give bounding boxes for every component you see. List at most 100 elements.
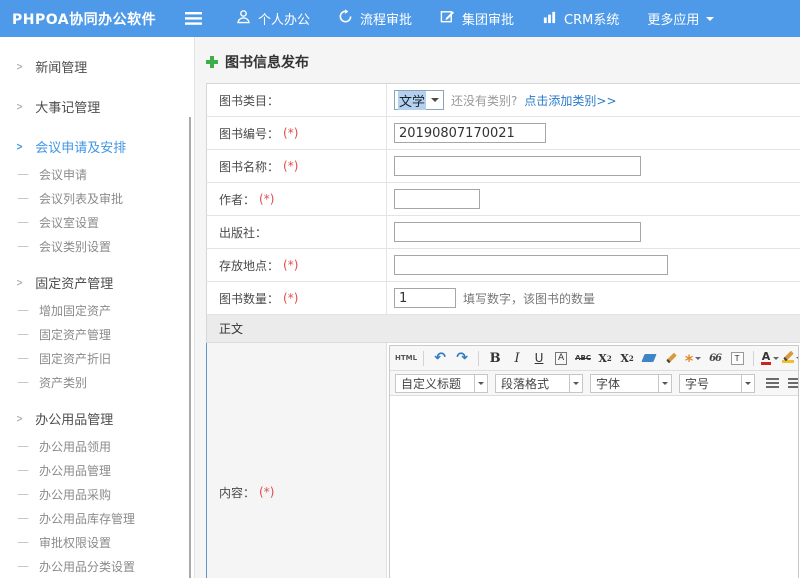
- auto-typeset-button[interactable]: *: [683, 348, 703, 368]
- paragraph-select-value: 段落格式: [501, 375, 549, 392]
- add-category-link[interactable]: 点击添加类别>>: [524, 92, 616, 109]
- person-icon: [236, 9, 251, 28]
- code-label: 图书编号：: [219, 125, 279, 142]
- chevron-right-icon: >: [16, 60, 23, 73]
- sidebar-group-label: 固定资产管理: [35, 273, 113, 292]
- dash-icon: —: [17, 375, 29, 389]
- author-label: 作者：: [219, 191, 255, 208]
- highlight-color-button[interactable]: [782, 348, 798, 368]
- dash-icon: —: [17, 239, 29, 253]
- char-border-icon[interactable]: A: [555, 352, 567, 365]
- heading-select[interactable]: 自定义标题: [395, 374, 488, 393]
- publisher-input[interactable]: [394, 222, 641, 242]
- nav-label: 集团审批: [462, 9, 514, 28]
- sidebar-scrollbar[interactable]: [189, 117, 191, 578]
- author-input[interactable]: [394, 189, 480, 209]
- sidebar-item-label: 资产类别: [39, 374, 87, 391]
- superscript-icon[interactable]: X2: [595, 348, 615, 368]
- align-left-icon[interactable]: [766, 378, 779, 389]
- required-marker: (*): [259, 485, 274, 499]
- sidebar-item[interactable]: —会议列表及审批: [0, 186, 194, 210]
- sidebar-item[interactable]: —会议申请: [0, 162, 194, 186]
- font-size-select[interactable]: 字号: [679, 374, 755, 393]
- caret-down-icon: [474, 375, 487, 392]
- sidebar-item[interactable]: —会议室设置: [0, 210, 194, 234]
- category-label: 图书类目：: [219, 92, 279, 109]
- required-marker: (*): [283, 126, 298, 140]
- sidebar-item-label: 固定资产折旧: [39, 350, 111, 367]
- required-marker: (*): [283, 258, 298, 272]
- sidebar-item[interactable]: —办公用品管理: [0, 458, 194, 482]
- remove-format-icon[interactable]: [641, 354, 656, 362]
- sidebar-item-label: 审批权限设置: [39, 534, 111, 551]
- paste-as-text-icon[interactable]: T: [731, 352, 744, 365]
- sidebar-group[interactable]: > 固定资产管理: [0, 267, 194, 298]
- book-code-input[interactable]: [394, 123, 546, 143]
- content-label: 内容：: [219, 484, 255, 501]
- page-title: 图书信息发布: [206, 52, 800, 72]
- sidebar-group[interactable]: >会议申请及安排: [0, 131, 194, 162]
- caret-down-icon: [695, 357, 701, 363]
- location-input[interactable]: [394, 255, 668, 275]
- font-color-button[interactable]: A: [760, 348, 780, 368]
- nav-label: 个人办公: [258, 9, 310, 28]
- sidebar-group[interactable]: > 新闻管理: [0, 51, 194, 82]
- category-select[interactable]: 文学: [394, 90, 444, 110]
- sidebar-item[interactable]: — 固定资产折旧: [0, 346, 194, 370]
- dash-icon: —: [17, 559, 29, 573]
- hamburger-icon[interactable]: [178, 12, 208, 25]
- sidebar-item[interactable]: — 资产类别: [0, 370, 194, 394]
- sidebar-group[interactable]: >大事记管理: [0, 91, 194, 122]
- sidebar-group-label: 新闻管理: [35, 57, 87, 76]
- sidebar-item[interactable]: —会议类别设置: [0, 234, 194, 258]
- sidebar-item[interactable]: —办公用品库存管理: [0, 506, 194, 530]
- add-icon: [206, 56, 218, 68]
- form-row-code: 图书编号： (*): [206, 117, 800, 150]
- font-family-select[interactable]: 字体: [590, 374, 672, 393]
- blockquote-icon[interactable]: 66: [705, 348, 725, 368]
- select-arrow-icon: [431, 98, 439, 106]
- dash-icon: —: [17, 351, 29, 365]
- nav-crm-system[interactable]: CRM系统: [528, 0, 633, 37]
- nav-more-apps[interactable]: 更多应用: [633, 0, 728, 37]
- subscript-icon[interactable]: X2: [617, 348, 637, 368]
- rich-text-editor: HTML ↶ ↷ B I U A ABC X2 X2 *: [389, 345, 799, 578]
- heading-select-value: 自定义标题: [401, 375, 461, 392]
- sidebar-group[interactable]: >办公用品管理: [0, 403, 194, 434]
- italic-icon[interactable]: I: [507, 348, 527, 368]
- undo-icon[interactable]: ↶: [430, 348, 450, 368]
- sidebar-item[interactable]: —办公用品分类设置: [0, 554, 194, 578]
- sidebar-item-label: 办公用品管理: [39, 462, 111, 479]
- sidebar: > 新闻管理 >大事记管理 >会议申请及安排—会议申请—会议列表及审批—会议室设置—会…: [0, 37, 195, 578]
- sidebar-item[interactable]: —办公用品领用: [0, 434, 194, 458]
- nav-process-approval[interactable]: 流程审批: [324, 0, 426, 37]
- sidebar-item[interactable]: —办公用品采购: [0, 482, 194, 506]
- sidebar-item-label: 增加固定资产: [39, 302, 111, 319]
- body-section-header: 正文: [206, 315, 800, 343]
- sidebar-item[interactable]: —增加固定资产: [0, 298, 194, 322]
- form-row-author: 作者： (*): [206, 183, 800, 216]
- process-icon: [338, 9, 353, 28]
- format-brush-icon[interactable]: [666, 353, 677, 364]
- required-marker: (*): [283, 159, 298, 173]
- bold-icon[interactable]: B: [485, 348, 505, 368]
- redo-icon[interactable]: ↷: [452, 348, 472, 368]
- html-source-icon[interactable]: HTML: [395, 354, 417, 362]
- approval-edit-icon: [440, 9, 455, 28]
- book-name-input[interactable]: [394, 156, 641, 176]
- nav-personal-office[interactable]: 个人办公: [222, 0, 324, 37]
- editor-content-area[interactable]: [390, 396, 798, 578]
- sidebar-item[interactable]: —审批权限设置: [0, 530, 194, 554]
- page-title-text: 图书信息发布: [225, 52, 309, 72]
- sidebar-item[interactable]: —固定资产管理: [0, 322, 194, 346]
- nav-group-approval[interactable]: 集团审批: [426, 0, 528, 37]
- quantity-label: 图书数量：: [219, 290, 279, 307]
- paragraph-format-select[interactable]: 段落格式: [495, 374, 583, 393]
- underline-icon[interactable]: U: [529, 348, 549, 368]
- align-center-icon[interactable]: [788, 378, 799, 389]
- strikethrough-icon[interactable]: ABC: [573, 348, 593, 368]
- quantity-input[interactable]: [394, 288, 456, 308]
- publisher-label: 出版社：: [219, 224, 267, 241]
- font-size-select-value: 字号: [685, 375, 709, 392]
- chevron-right-icon: >: [16, 276, 23, 289]
